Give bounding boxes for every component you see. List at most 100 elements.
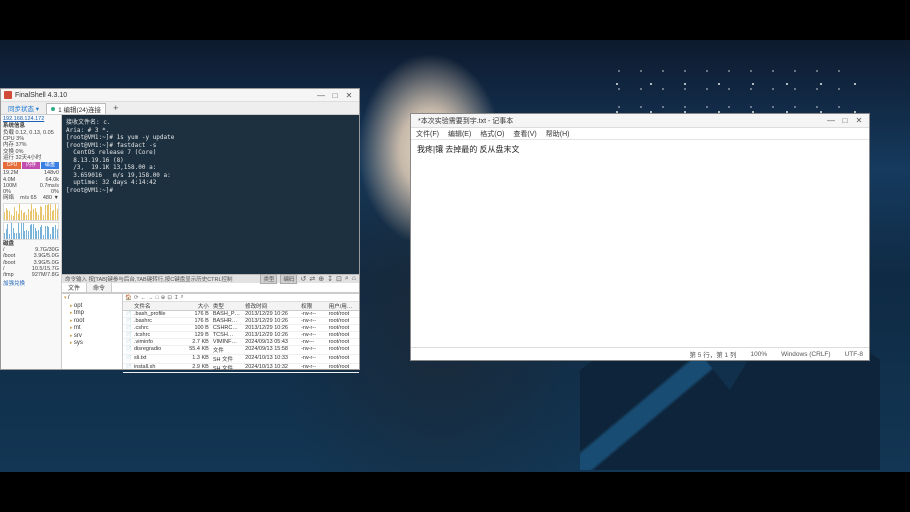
meter-内存: 内存 [22,162,40,169]
file-toolbar-button[interactable]: → [148,295,154,301]
notepad-editor[interactable]: 我疼|镶 去掉最的 反从盘末文 [411,140,869,347]
terminal-action-icons: ↺⇄⊕↧⊡⌕⌂ [300,275,356,283]
net-down: 480 ▼ [43,195,59,201]
app-icon [4,91,12,99]
notepad-menubar: 文件(F) 编辑(E) 格式(O) 查看(V) 帮助(H) [411,128,869,140]
tree-node[interactable]: tmp [64,310,120,318]
file-list-panel: 🏠⟳←→□⊕⊡↧⌕ 文件名大小类型修改时间权限用户/用户组 📄.bash_pro… [123,294,359,369]
terminal[interactable]: 接收文件名: c. Aria: # 3 *. [root@VM1:~]# 1s … [62,115,359,274]
tree-node[interactable]: sys [64,340,120,348]
file-toolbar-button[interactable]: ⟳ [134,295,139,301]
net-up: m/s 65 [20,195,37,201]
caret-position: 第 5 行，第 1 列 [690,349,737,359]
column-header[interactable]: 修改时间 [243,302,299,310]
minimize-button[interactable]: — [314,91,328,100]
status-hint: 命令输入 按[TAB]键参与后台,TAB键转行,按C键盘显示历史CTRL控制 [65,275,257,283]
zoom-level: 100% [750,351,767,358]
encoding: UTF-8 [845,351,863,358]
host-ip[interactable]: 192.168.124.172 [3,116,59,122]
file-toolbar-button[interactable]: ← [140,295,146,301]
terminal-action-icon[interactable]: ⌕ [345,275,349,283]
connection-tab[interactable]: 1 编辑(24)连接 [46,103,106,114]
column-header[interactable]: 类型 [211,302,243,310]
file-toolbar-button[interactable]: □ [155,295,158,301]
file-row[interactable]: 📄.viminfo2.7 KBVIMINFO…2024/09/13 05:43-… [123,339,359,346]
promo-link[interactable]: 加强兑换 [3,281,59,287]
file-row[interactable]: 📄.bashrc176 BBASHRC…2013/12/29 10:26-rw-… [123,318,359,325]
column-header[interactable]: 用户/用户组 [327,302,359,310]
tab-commands[interactable]: 命令 [87,283,112,292]
terminal-action-icon[interactable]: ⊕ [318,275,324,283]
file-row[interactable]: 📄sli.txt1.3 KBSH 文件2024/10/13 10:33-rw-r… [123,355,359,364]
maximize-button[interactable]: □ [328,91,342,100]
file-toolbar: 🏠⟳←→□⊕⊡↧⌕ [123,294,359,302]
uptime-value: 运行 32天4小时 [3,155,59,161]
meter-CPU: CPU [3,162,21,169]
minimize-button[interactable]: — [824,116,838,125]
file-toolbar-button[interactable]: 🏠 [125,295,132,301]
folder-tree[interactable]: /opttmprootmtsrvsys [62,294,123,369]
meter-bars: CPU内存磁盘 [3,162,59,169]
close-button[interactable]: ✕ [852,116,866,125]
file-toolbar-button[interactable]: ⌕ [181,294,184,301]
file-manager: /opttmprootmtsrvsys 🏠⟳←→□⊕⊡↧⌕ 文件名大小类型修改时… [62,293,359,369]
tree-node[interactable]: srv [64,333,120,341]
column-header[interactable]: 大小 [183,302,211,310]
net-label: 网络 [3,195,14,201]
file-row[interactable]: 📄.tcshrc129 BTCSH…2013/12/29 10:26-rw-r-… [123,332,359,339]
tab-label: 1 编辑(24)连接 [58,104,101,114]
column-header[interactable]: 权限 [299,302,327,310]
file-toolbar-button[interactable]: ⊕ [161,295,166,301]
meter-rows: 19.2M148v04.0M64.0k100M0.7ms/s0%0% [3,170,59,195]
system-monitor-panel: 192.168.124.172 系统信息 负载 0.12, 0.13, 0.05… [1,115,62,369]
notepad-text: 我疼|镶 去掉最的 反从盘末文 [417,145,520,154]
file-list-rows: 📄.bash_profile176 BBASH_PR…2013/12/29 10… [123,311,359,373]
file-row[interactable]: 📄disregradio55.4 KB文件2024/09/13 15:58-rw… [123,346,359,355]
terminal-action-icon[interactable]: ↺ [300,275,306,283]
file-row[interactable]: 📄install.sh2.9 KBSH 文件2024/10/13 10:32-r… [123,364,359,373]
menu-item[interactable]: 帮助(H) [546,129,570,139]
menu-item[interactable]: 编辑(E) [448,129,471,139]
finalshell-titlebar[interactable]: FinalShell 4.3.10 — □ ✕ [1,89,359,102]
line-ending: Windows (CRLF) [781,351,830,358]
status-dot-icon [51,107,55,111]
new-tab-button[interactable]: + [110,103,121,113]
tab-files[interactable]: 文件 [62,283,87,292]
cpu-sparkline [3,203,59,221]
file-row[interactable]: 📄.cshrc100 BCSHRC…2013/12/29 10:26-rw-r-… [123,325,359,332]
tree-node[interactable]: opt [64,303,120,311]
net-sparkline [3,222,59,240]
tree-node[interactable]: / [64,295,120,303]
notepad-titlebar[interactable]: *本次实验需要到宇.txt - 记事本 — □ ✕ [411,114,869,128]
file-row[interactable]: 📄.bash_profile176 BBASH_PR…2013/12/29 10… [123,311,359,318]
maximize-button[interactable]: □ [838,116,852,125]
notepad-statusbar: 第 5 行，第 1 列 100% Windows (CRLF) UTF-8 [411,347,869,360]
menu-item[interactable]: 格式(O) [480,129,504,139]
load-value: 负载 0.12, 0.13, 0.05 [3,130,59,136]
notepad-window: *本次实验需要到宇.txt - 记事本 — □ ✕ 文件(F) 编辑(E) 格式(O… [410,113,870,361]
column-header[interactable]: 文件名 [132,302,183,310]
terminal-action-icon[interactable]: ↧ [327,275,333,283]
file-list-header: 文件名大小类型修改时间权限用户/用户组 [123,302,359,311]
column-header[interactable] [123,302,132,310]
disk-row: /tmp927M/7.8G [3,272,59,278]
file-toolbar-button[interactable]: ↧ [174,295,179,301]
tree-node[interactable]: root [64,318,120,326]
tree-node[interactable]: mt [64,325,120,333]
sync-status-dropdown[interactable]: 同步状态 ▾ [5,102,42,114]
close-button[interactable]: ✕ [342,91,356,100]
file-toolbar-button[interactable]: ⊡ [167,295,172,301]
connection-tabbar: 同步状态 ▾ 1 编辑(24)连接 + [1,102,359,115]
finalshell-window: FinalShell 4.3.10 — □ ✕ 同步状态 ▾ 1 编辑(24)连… [0,88,360,370]
notepad-title: *本次实验需要到宇.txt - 记事本 [414,116,824,126]
terminal-statusbar: 命令输入 按[TAB]键参与后台,TAB键转行,按C键盘显示历史CTRL控制 类… [62,274,359,283]
terminal-action-icon[interactable]: ⌂ [352,275,356,283]
meter-磁盘: 磁盘 [41,162,59,169]
window-title: FinalShell 4.3.10 [15,92,314,99]
bottom-tabs: 文件 命令 [62,283,359,293]
disk-list: /9.7G/30G/boot3.9G/5.0G/boot3.9G/5.0G/10… [3,247,59,279]
terminal-action-icon[interactable]: ⇄ [309,275,315,283]
terminal-action-icon[interactable]: ⊡ [336,275,342,283]
menu-item[interactable]: 文件(F) [416,129,439,139]
menu-item[interactable]: 查看(V) [513,129,536,139]
